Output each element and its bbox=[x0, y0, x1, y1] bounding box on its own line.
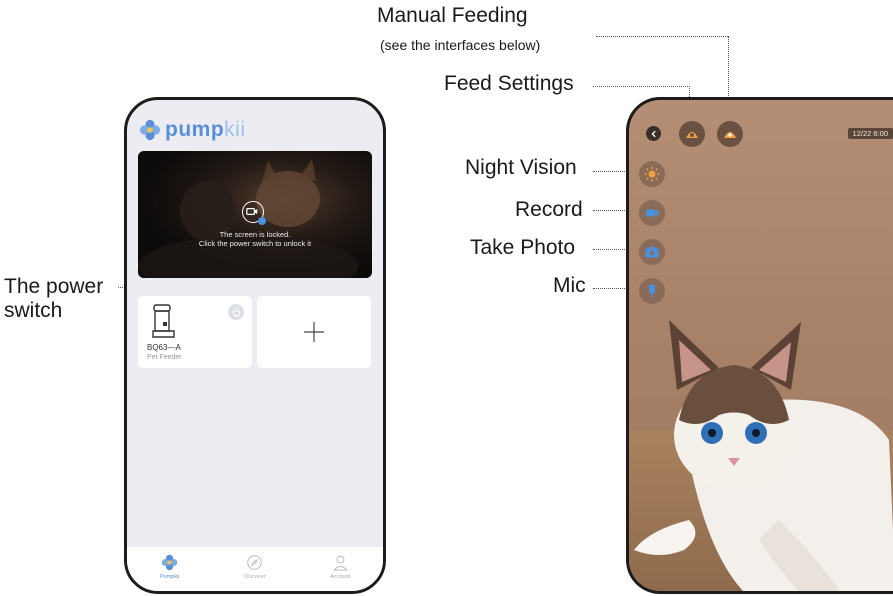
tab-pumpkii[interactable]: Pumpkii bbox=[140, 554, 200, 591]
callout-feed-settings: Feed Settings bbox=[444, 72, 574, 95]
callout-power-switch: The power switch bbox=[4, 275, 103, 323]
chevron-left-icon bbox=[650, 130, 656, 137]
sun-icon bbox=[644, 166, 660, 182]
microphone-icon bbox=[649, 284, 655, 298]
tab-account-label: Account bbox=[330, 574, 351, 580]
callout-power-switch-line1: The power bbox=[4, 275, 104, 298]
manual-feeding-icon bbox=[724, 132, 736, 138]
feed-settings-button[interactable] bbox=[679, 121, 705, 147]
video-record-icon bbox=[646, 209, 659, 217]
pumpkii-flower-icon bbox=[161, 554, 178, 571]
tab-discover-label: Discover bbox=[244, 574, 266, 580]
video-camera-icon[interactable] bbox=[242, 201, 266, 225]
pumpkii-logo: pumpkii bbox=[139, 118, 246, 142]
tab-discover[interactable]: Discover bbox=[225, 554, 285, 591]
record-button[interactable] bbox=[639, 200, 665, 226]
device-card-feeder[interactable]: BQ63—A Pet Feeder bbox=[138, 296, 252, 368]
pumpkii-flower-icon bbox=[139, 119, 161, 141]
power-switch-button[interactable] bbox=[228, 304, 244, 320]
manual-feeding-button[interactable] bbox=[717, 121, 743, 147]
power-icon bbox=[232, 307, 240, 316]
take-photo-button[interactable] bbox=[639, 239, 665, 265]
callout-manual-feeding: Manual Feeding bbox=[377, 4, 528, 27]
person-icon bbox=[332, 555, 348, 571]
timestamp-badge: 12/22 6:00 bbox=[847, 128, 893, 139]
ragdoll-cat-photo bbox=[634, 320, 893, 591]
lock-badge-icon bbox=[258, 217, 266, 225]
callout-mic: Mic bbox=[553, 274, 586, 297]
logo-bold: pump bbox=[165, 118, 225, 141]
callout-take-photo: Take Photo bbox=[470, 236, 576, 259]
tab-pumpkii-label: Pumpkii bbox=[159, 574, 180, 580]
logo-wordmark: pumpkii bbox=[165, 118, 246, 142]
camera-icon bbox=[645, 246, 659, 258]
live-camera-phone: 12/22 6:00 bbox=[626, 97, 893, 594]
leader-manual-feeding bbox=[596, 36, 728, 37]
compass-icon bbox=[247, 555, 263, 570]
locked-message-line1: The screen is locked. bbox=[219, 230, 291, 239]
callout-manual-feeding-note: (see the interfaces below) bbox=[380, 37, 541, 53]
logo-light: kii bbox=[224, 118, 246, 141]
callout-power-switch-line2: switch bbox=[4, 299, 63, 322]
locked-message-line2: Click the power switch to unlock it bbox=[198, 239, 312, 248]
camera-preview-card[interactable]: The screen is locked. Click the power sw… bbox=[138, 151, 372, 278]
leader-feed-settings bbox=[593, 86, 690, 87]
night-vision-button[interactable] bbox=[639, 161, 665, 187]
device-type: Pet Feeder bbox=[147, 354, 182, 361]
bottom-tab-bar: Pumpkii Discover Account bbox=[127, 547, 383, 591]
callout-record: Record bbox=[515, 198, 583, 221]
callout-night-vision: Night Vision bbox=[465, 156, 577, 179]
device-name: BQ63—A bbox=[147, 343, 181, 352]
add-device-card[interactable] bbox=[257, 296, 371, 368]
app-home-phone: pumpkii The screen is locked. Click the … bbox=[124, 97, 386, 594]
back-button[interactable] bbox=[646, 126, 661, 141]
feed-settings-icon bbox=[686, 132, 698, 138]
plus-icon bbox=[304, 322, 324, 342]
mic-button[interactable] bbox=[639, 278, 665, 304]
pet-feeder-icon bbox=[152, 304, 175, 338]
tab-account[interactable]: Account bbox=[310, 554, 370, 591]
locked-message: The screen is locked. Click the power sw… bbox=[138, 230, 372, 248]
